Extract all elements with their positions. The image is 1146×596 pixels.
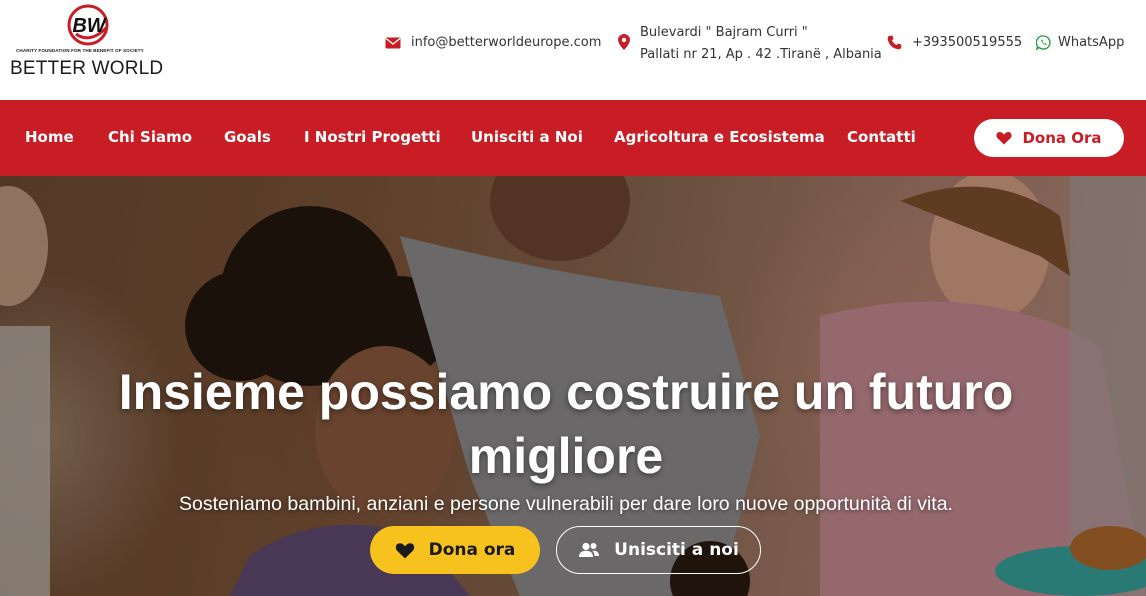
whatsapp-icon bbox=[1036, 35, 1051, 50]
hero-subtitle: Sosteniamo bambini, anziani e persone vu… bbox=[179, 492, 953, 515]
contact-whatsapp-text: WhatsApp bbox=[1058, 35, 1125, 50]
contact-phone-text: +393500519555 bbox=[912, 35, 1023, 50]
top-header: BW CHARITY FOUNDATION FOR THE BENEFIT OF… bbox=[0, 0, 1146, 100]
logo-mark-icon: BW bbox=[67, 4, 109, 46]
map-pin-icon bbox=[618, 34, 630, 50]
logo-name: BETTER WORLD bbox=[10, 58, 164, 79]
heart-icon bbox=[996, 132, 1013, 145]
address-line-1: Bulevardi " Bajram Curri " bbox=[640, 25, 808, 40]
donate-now-label: Dona Ora bbox=[1022, 129, 1102, 147]
hero-donate-label: Dona ora bbox=[428, 540, 516, 560]
contact-email-text: info@betterworldeurope.com bbox=[411, 35, 602, 50]
contact-email[interactable]: info@betterworldeurope.com bbox=[385, 35, 601, 50]
contact-whatsapp[interactable]: WhatsApp bbox=[1036, 35, 1124, 50]
logo-mark-text: BW bbox=[72, 15, 107, 37]
address-line-2: Pallati nr 21, Ap . 42 .Tiranë , Albania bbox=[640, 47, 882, 62]
nav-item-unisciti-a-noi[interactable]: Unisciti a Noi bbox=[471, 128, 583, 146]
nav-item-chi-siamo[interactable]: Chi Siamo bbox=[108, 128, 192, 146]
heart-icon bbox=[395, 542, 414, 558]
nav-item-i-nostri-progetti[interactable]: I Nostri Progetti bbox=[304, 128, 441, 146]
nav-item-goals[interactable]: Goals bbox=[224, 128, 271, 146]
contact-address: Bulevardi " Bajram Curri " Pallati nr 21… bbox=[618, 22, 882, 66]
phone-icon bbox=[887, 35, 902, 50]
nav-item-home[interactable]: Home bbox=[25, 128, 74, 146]
nav-item-agricoltura-e-ecosistema[interactable]: Agricoltura e Ecosistema bbox=[614, 128, 825, 146]
envelope-icon bbox=[385, 37, 401, 48]
logo[interactable]: BW CHARITY FOUNDATION FOR THE BENEFIT OF… bbox=[8, 2, 168, 92]
hero-title: Insieme possiamo costruire un futuro mig… bbox=[118, 363, 1014, 484]
logo-tagline: CHARITY FOUNDATION FOR THE BENEFIT OF SO… bbox=[16, 48, 144, 53]
hero-section: Insieme possiamo costruire un futuro mig… bbox=[0, 176, 1146, 596]
nav-item-contatti[interactable]: Contatti bbox=[847, 128, 916, 146]
contact-phone[interactable]: +393500519555 bbox=[887, 35, 1022, 50]
donate-now-button[interactable]: Dona Ora bbox=[974, 119, 1124, 157]
users-icon bbox=[579, 542, 600, 557]
hero-donate-button[interactable]: Dona ora bbox=[370, 526, 540, 574]
hero-join-label: Unisciti a noi bbox=[614, 540, 739, 560]
hero-join-button[interactable]: Unisciti a noi bbox=[556, 526, 761, 574]
